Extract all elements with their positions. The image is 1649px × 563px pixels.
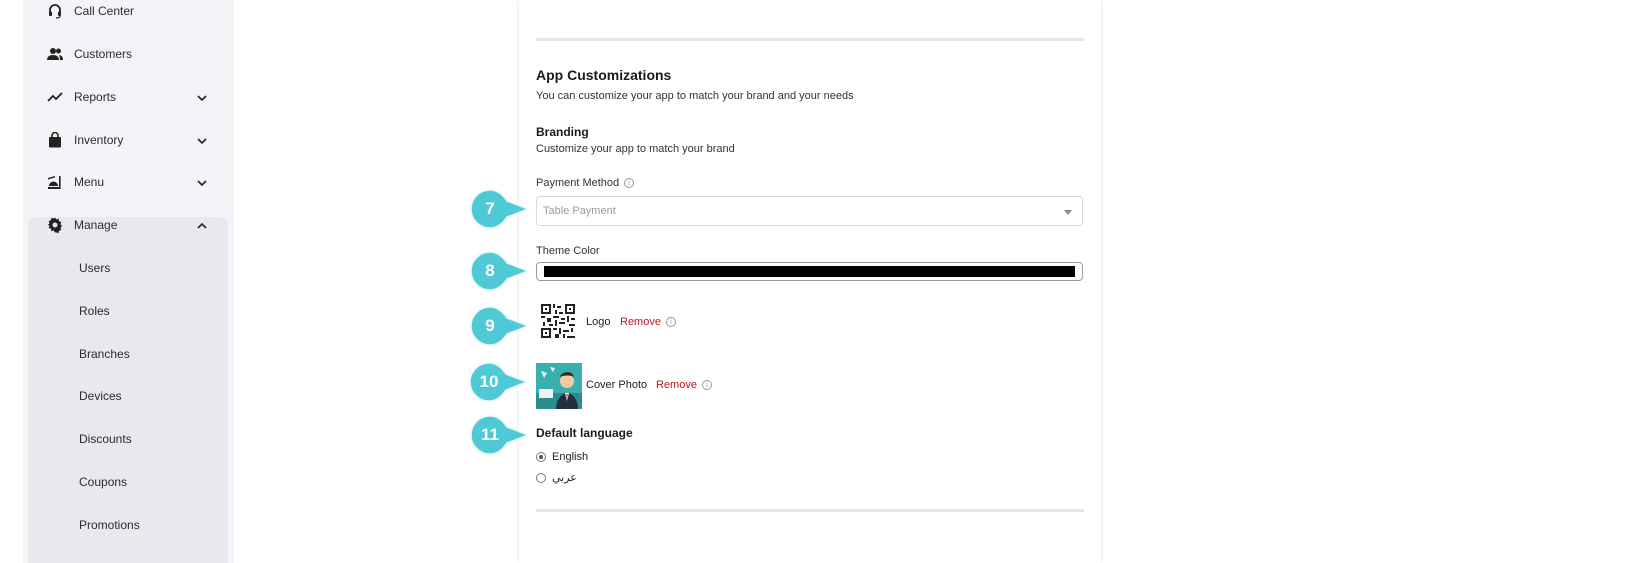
headset-icon: [46, 2, 64, 20]
callout-number: 9: [485, 316, 495, 335]
sidebar-item-label: Reports: [74, 90, 117, 104]
callout-number: 11: [481, 425, 499, 444]
sidebar-subitem-users[interactable]: Users: [79, 261, 110, 275]
sidebar-subitem-coupons[interactable]: Coupons: [79, 475, 127, 489]
callout-marker-11: 11: [470, 415, 530, 455]
sidebar-item-manage[interactable]: Manage: [28, 209, 228, 241]
chevron-up-icon: [196, 219, 208, 231]
sidebar-item-label: Manage: [74, 218, 118, 232]
divider: [536, 38, 1084, 41]
sidebar-item-menu[interactable]: Menu: [28, 166, 228, 198]
section-title: App Customizations: [536, 67, 672, 83]
sidebar: Call Center Customers Reports Inventory …: [23, 0, 234, 563]
sidebar-subitem-promotions[interactable]: Promotions: [79, 518, 140, 532]
branding-description: Customize your app to match your brand: [536, 143, 735, 155]
language-option-label: English: [552, 451, 589, 463]
info-icon[interactable]: i: [624, 178, 635, 188]
branding-title: Branding: [536, 125, 589, 139]
sidebar-subitem-discounts[interactable]: Discounts: [79, 432, 132, 446]
language-option-label: عربي: [552, 472, 577, 484]
settings-card: App Customizations You can customize you…: [519, 0, 1101, 563]
theme-color-label: Theme Color: [536, 245, 600, 257]
callout-number: 7: [485, 199, 495, 218]
logo-thumbnail: [539, 302, 577, 340]
theme-color-input[interactable]: [536, 262, 1083, 281]
people-icon: [46, 45, 64, 63]
manage-group: Manage Users Roles Branches Devices Disc…: [28, 217, 228, 563]
chevron-down-icon: [196, 176, 208, 188]
sidebar-item-label: Customers: [74, 47, 133, 61]
cover-photo-label: Cover Photo: [586, 379, 648, 391]
info-icon[interactable]: i: [666, 317, 676, 327]
sidebar-item-label: Inventory: [74, 133, 124, 147]
callout-marker-7: 7: [470, 189, 530, 229]
cover-photo-remove-link[interactable]: Remove: [656, 379, 697, 391]
sidebar-item-inventory[interactable]: Inventory: [28, 124, 228, 156]
sidebar-subitem-roles[interactable]: Roles: [79, 304, 110, 318]
payment-method-label: Payment Method i: [536, 177, 635, 189]
info-icon[interactable]: i: [702, 380, 712, 390]
cover-photo-thumbnail: [536, 363, 582, 409]
radio-button[interactable]: [536, 472, 546, 483]
sidebar-item-reports[interactable]: Reports: [28, 81, 228, 113]
callout-number: 10: [479, 372, 499, 391]
qr-code-icon: [539, 302, 577, 340]
gear-icon: [46, 216, 64, 234]
caret-down-icon: [1064, 210, 1072, 215]
sidebar-item-label: Call Center: [74, 4, 135, 18]
bag-icon: [46, 131, 64, 149]
sidebar-item-customers[interactable]: Customers: [28, 38, 228, 70]
chevron-down-icon: [196, 91, 208, 103]
logo-remove-link[interactable]: Remove: [620, 316, 661, 328]
sidebar-item-label: Menu: [74, 175, 105, 189]
food-icon: [46, 173, 64, 191]
theme-color-swatch: [544, 266, 1075, 277]
sidebar-subitem-devices[interactable]: Devices: [79, 389, 122, 403]
callout-marker-9: 9: [470, 306, 530, 346]
theme-color-label-text: Theme Color: [536, 245, 600, 257]
section-description: You can customize your app to match your…: [536, 90, 854, 102]
language-option-english[interactable]: English: [536, 451, 588, 463]
callout-marker-10: 10: [469, 362, 529, 402]
callout-number: 8: [485, 261, 495, 280]
default-language-title: Default language: [536, 426, 633, 440]
divider: [536, 509, 1084, 512]
chevron-down-icon: [196, 134, 208, 146]
trend-icon: [46, 88, 64, 106]
logo-label: Logo: [586, 316, 611, 328]
payment-method-value: Table Payment: [543, 205, 616, 217]
sidebar-subitem-branches[interactable]: Branches: [79, 347, 130, 361]
radio-button-checked[interactable]: [536, 452, 546, 462]
cover-photo-illustration: [536, 363, 582, 409]
payment-method-select[interactable]: Table Payment: [536, 196, 1083, 226]
callout-marker-8: 8: [470, 251, 530, 291]
payment-method-label-text: Payment Method: [536, 177, 620, 189]
language-option-arabic[interactable]: عربي: [536, 471, 577, 484]
sidebar-item-call-center[interactable]: Call Center: [28, 0, 228, 27]
